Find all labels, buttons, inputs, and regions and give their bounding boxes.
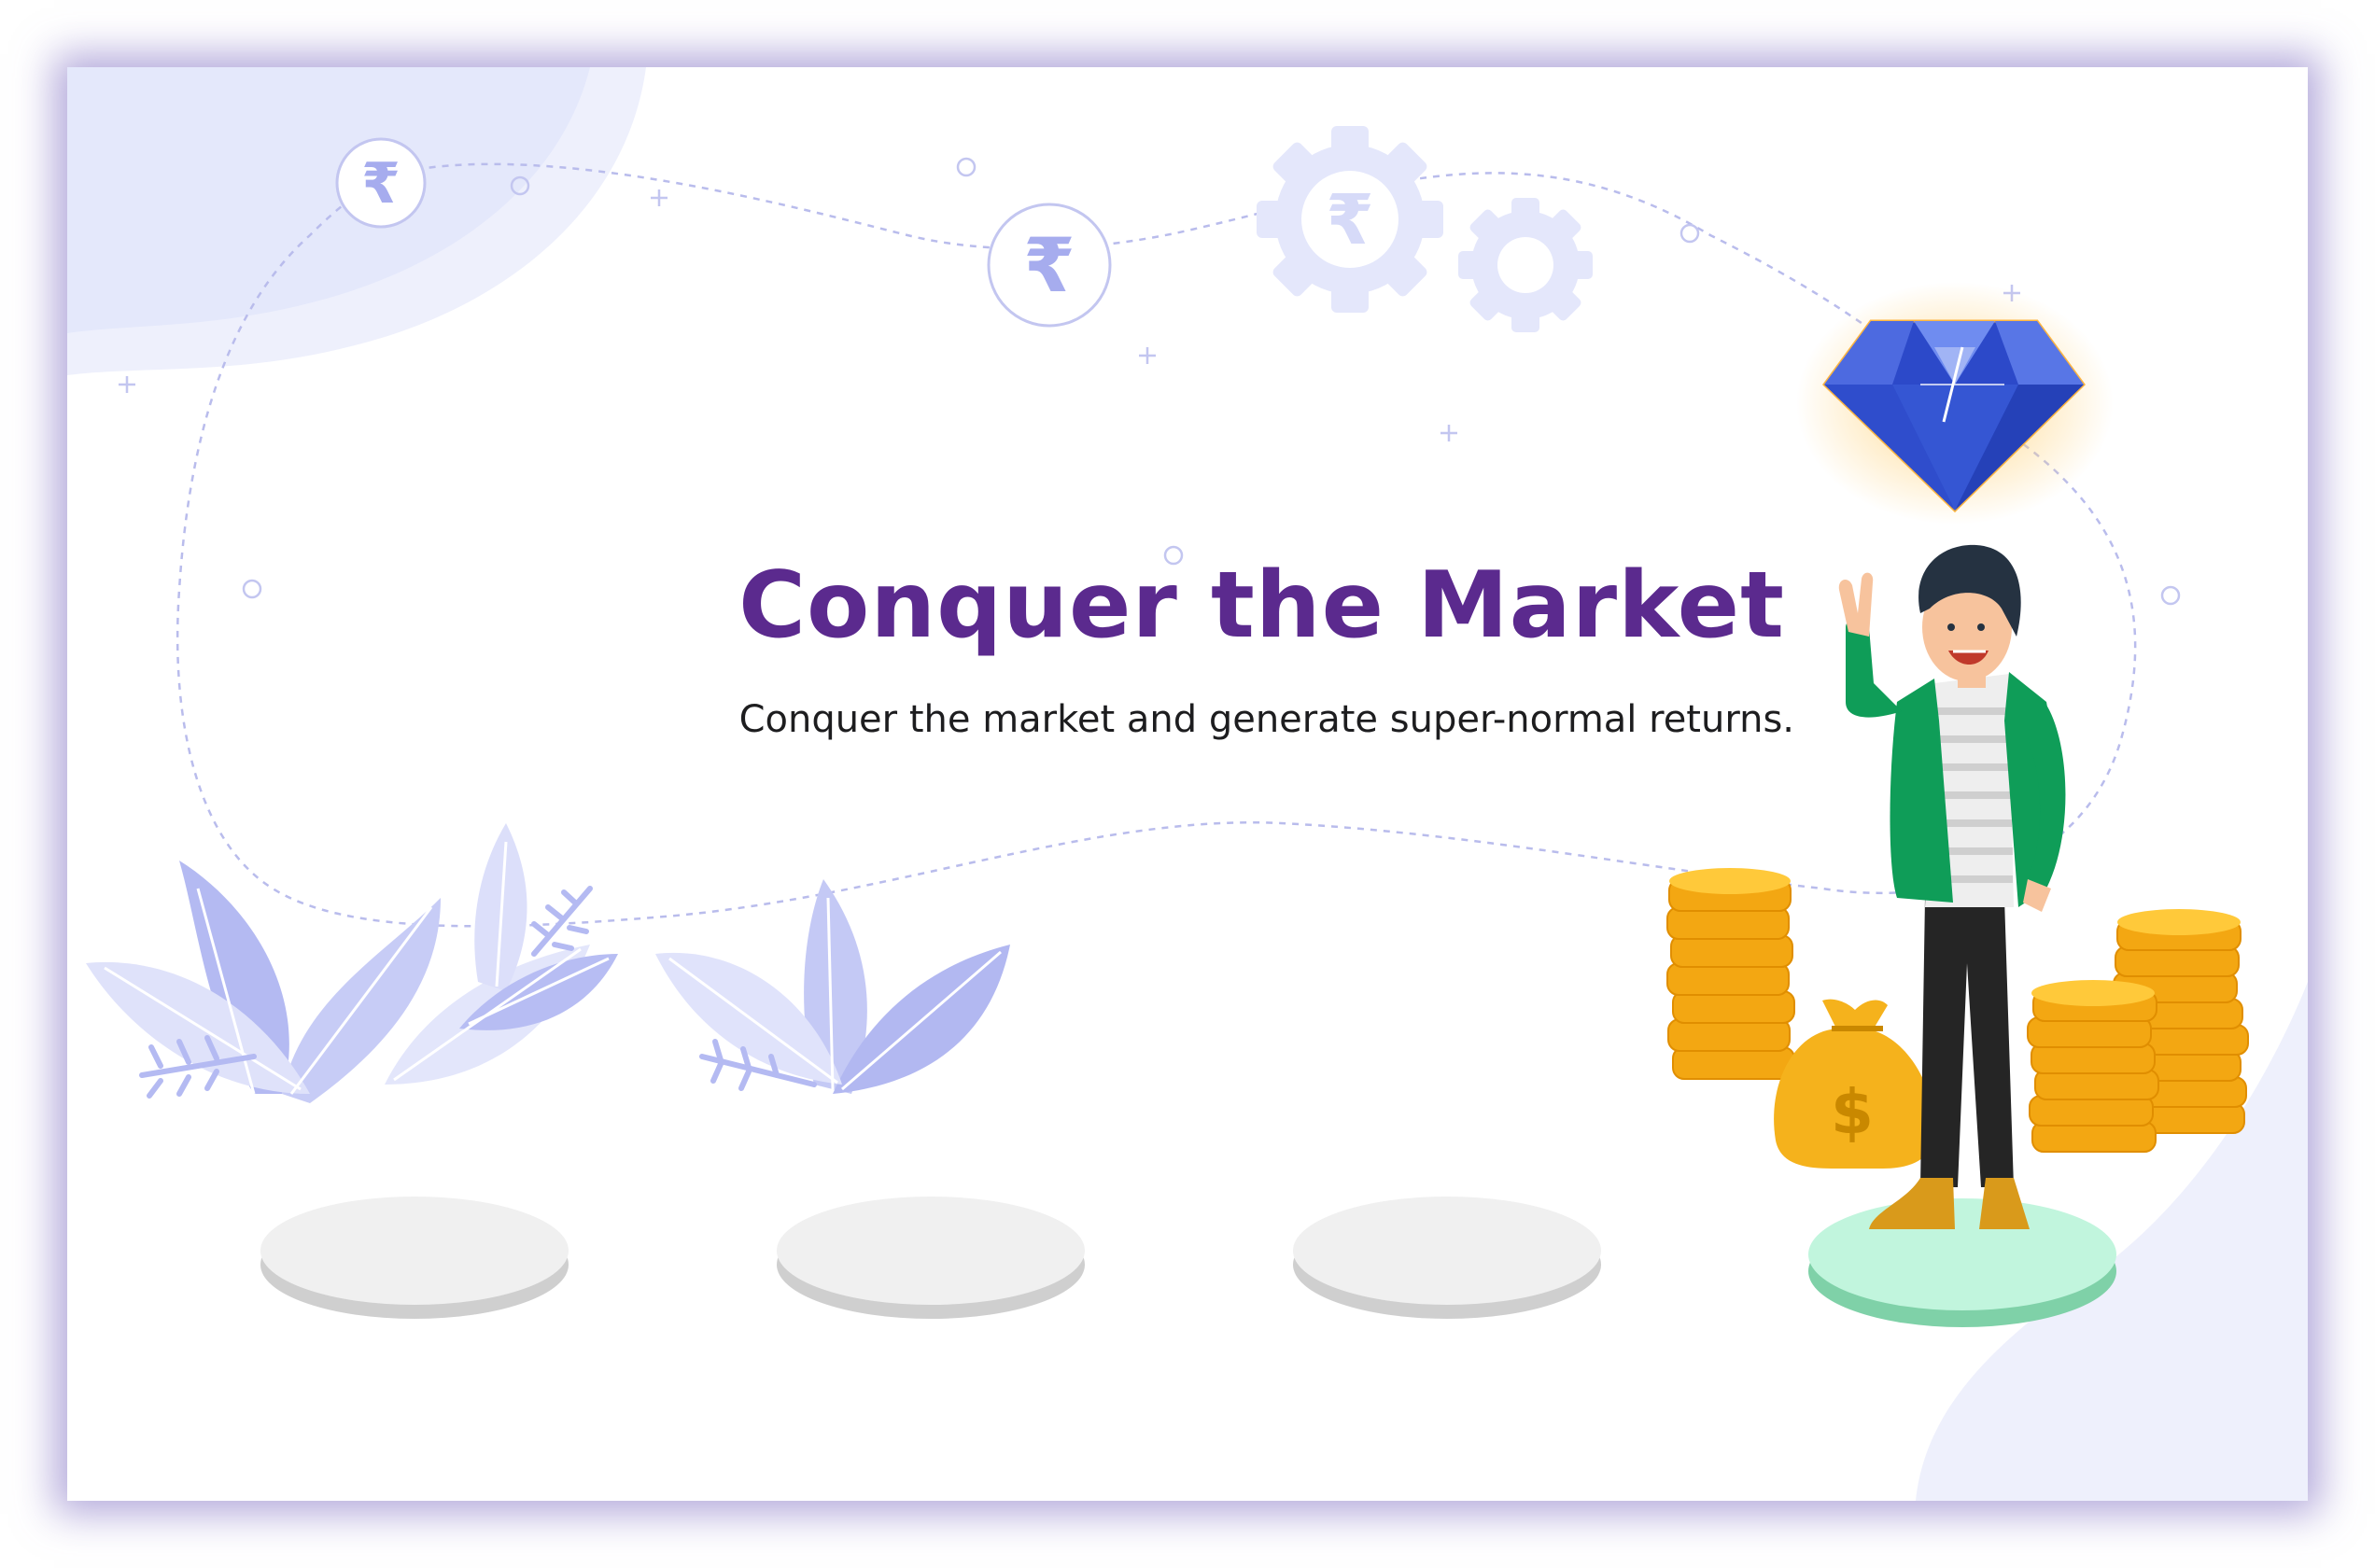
coin-stack-left — [1666, 868, 1795, 1080]
gear-icon-large: ₹ — [1257, 126, 1443, 313]
gear-icon-small — [1458, 198, 1593, 332]
illustration-scene: ₹ ₹ ₹ $ — [67, 67, 2308, 1501]
rupee-coin-icon-left: ₹ — [335, 137, 427, 229]
pedestal-3 — [1293, 1197, 1601, 1319]
pedestal-active — [1808, 1198, 2116, 1327]
slide-card: ₹ ₹ ₹ $ Conquer the Market Conquer the m… — [67, 67, 2308, 1501]
slide-title: Conquer the Market — [738, 553, 1785, 659]
pedestal-1 — [260, 1197, 569, 1319]
rupee-coin-icon-center: ₹ — [987, 203, 1112, 328]
diamond-icon — [1796, 282, 2114, 525]
leaf-cluster-left — [86, 823, 618, 1103]
svg-text:₹: ₹ — [1326, 180, 1374, 260]
slide-subtitle: Conquer the market and generate super-no… — [738, 698, 1794, 741]
svg-text:$: $ — [1831, 1076, 1874, 1148]
coin-stack-right-front — [2027, 980, 2159, 1153]
money-bag-icon: $ — [1774, 999, 1934, 1169]
leaf-cluster-center — [655, 879, 1010, 1094]
pedestal-2 — [777, 1197, 1085, 1319]
svg-text:₹: ₹ — [361, 151, 401, 217]
svg-text:₹: ₹ — [1023, 222, 1075, 309]
